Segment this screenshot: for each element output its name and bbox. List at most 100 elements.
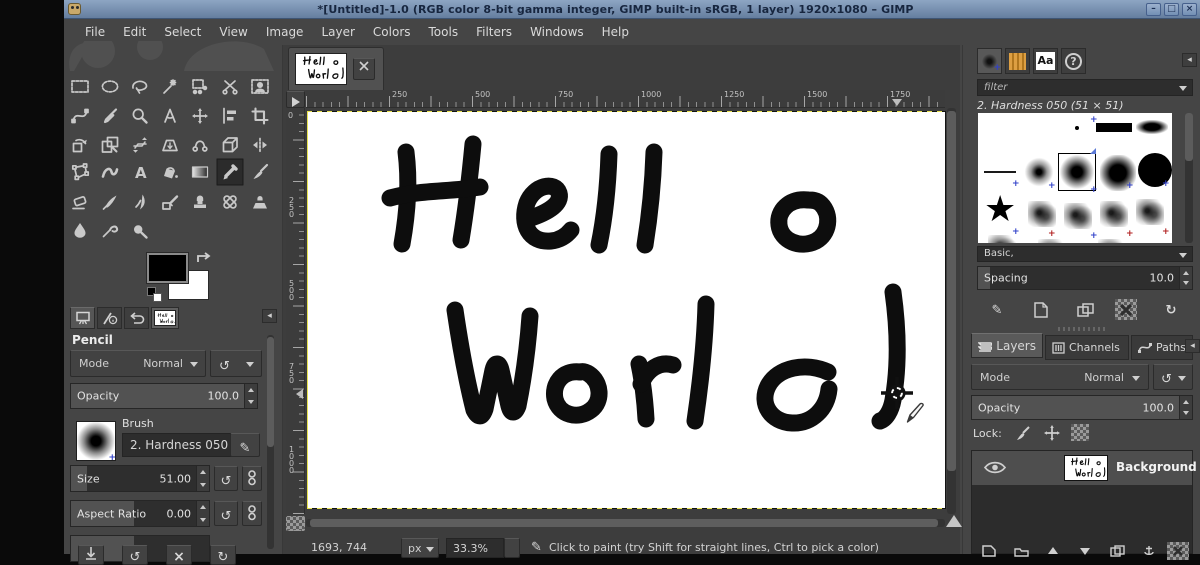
new-group-button[interactable]: [1009, 542, 1033, 560]
delete-brush-button[interactable]: [1115, 299, 1137, 320]
size-spinner[interactable]: [196, 466, 209, 491]
layer-opacity-spinner[interactable]: [1179, 396, 1192, 419]
refresh-brushes-button[interactable]: [1159, 300, 1183, 320]
tool-3d-transform[interactable]: [224, 138, 238, 152]
size-link-button[interactable]: [242, 466, 262, 491]
menu-filters[interactable]: Filters: [467, 20, 521, 45]
tool-color-picker[interactable]: [105, 110, 116, 123]
ruler-corner-menu-button[interactable]: [286, 91, 305, 108]
tool-dodge-burn[interactable]: [134, 225, 147, 237]
brush-item-star[interactable]: [984, 195, 1016, 225]
tab-pointer-info[interactable]: [97, 307, 122, 329]
brush-name-field[interactable]: 2. Hardness 050: [122, 433, 242, 457]
tab-document-history[interactable]: ?: [1061, 48, 1086, 74]
tool-gradient[interactable]: [193, 167, 208, 177]
raise-layer-button[interactable]: [1041, 542, 1065, 560]
brush-item[interactable]: [984, 171, 1016, 173]
tool-ink[interactable]: [136, 195, 145, 210]
brush-item-chalk[interactable]: [988, 235, 1016, 243]
tool-scale[interactable]: [103, 138, 118, 153]
delete-layer-button[interactable]: [1167, 542, 1189, 560]
layer-mode-dropdown[interactable]: Mode Normal: [971, 364, 1149, 390]
tool-align[interactable]: [224, 109, 236, 124]
restore-tool-preset-button[interactable]: [122, 545, 148, 565]
canvas-vertical-scrollbar[interactable]: [947, 108, 956, 514]
menu-layer[interactable]: Layer: [312, 20, 363, 45]
brush-filter-field[interactable]: filter: [977, 79, 1193, 96]
layer-opacity-slider[interactable]: Opacity 100.0: [971, 395, 1193, 420]
anchor-layer-button[interactable]: [1137, 542, 1161, 560]
menu-help[interactable]: Help: [593, 20, 638, 45]
collapse-left-dock-icon[interactable]: ◂: [262, 309, 277, 323]
brush-category-dropdown[interactable]: Basic,: [977, 246, 1193, 262]
unit-dropdown[interactable]: px: [401, 538, 439, 558]
tab-channels[interactable]: Channels: [1045, 335, 1129, 360]
swap-colors-icon[interactable]: [195, 250, 213, 266]
aspect-reset-button[interactable]: [214, 501, 238, 526]
mode-dropdown[interactable]: Mode Normal: [70, 350, 206, 377]
canvas-horizontal-scrollbar[interactable]: [306, 519, 945, 527]
zoom-entry[interactable]: 33.3%: [446, 538, 504, 558]
lock-alpha-toggle[interactable]: [1071, 424, 1089, 441]
menu-windows[interactable]: Windows: [521, 20, 593, 45]
lock-pixels-toggle[interactable]: [1011, 423, 1033, 443]
canvas[interactable]: [308, 112, 945, 508]
brush-preview[interactable]: +: [76, 421, 116, 461]
tab-undo-history[interactable]: [124, 307, 149, 329]
menu-tools[interactable]: Tools: [420, 20, 468, 45]
size-reset-button[interactable]: [214, 466, 238, 491]
brush-item-chalk[interactable]: [1100, 201, 1128, 227]
foreground-color-swatch[interactable]: [147, 253, 188, 283]
vertical-ruler[interactable]: 0 250 500 750 1000: [286, 108, 305, 514]
close-button[interactable]: ×: [1182, 3, 1197, 16]
duplicate-brush-button[interactable]: [1073, 300, 1097, 320]
tool-mypaint-brush[interactable]: [163, 197, 177, 210]
tool-rectangle-select[interactable]: [72, 81, 88, 92]
tool-crop[interactable]: [253, 109, 268, 124]
tool-ellipse-select[interactable]: [102, 81, 117, 92]
opacity-spinner[interactable]: [244, 384, 257, 408]
tab-fonts[interactable]: Aa: [1033, 48, 1058, 74]
tool-scissors-select[interactable]: [223, 81, 237, 94]
tool-clone[interactable]: [194, 196, 206, 209]
tool-blur-sharpen[interactable]: [75, 223, 86, 238]
visibility-eye-icon[interactable]: [984, 460, 1006, 475]
spacing-spinner[interactable]: [1179, 267, 1192, 289]
brush-grid-scrollbar[interactable]: [1185, 113, 1193, 243]
edit-brush-button[interactable]: [985, 300, 1009, 320]
menu-colors[interactable]: Colors: [364, 20, 420, 45]
tool-perspective-clone[interactable]: [253, 196, 267, 209]
horizontal-ruler[interactable]: 250 500 750 1000 1250 1500 1750: [306, 90, 945, 108]
collapse-layers-dock-icon[interactable]: ◂: [1185, 339, 1200, 353]
tab-paths[interactable]: Paths: [1131, 335, 1193, 360]
lock-position-toggle[interactable]: [1041, 423, 1063, 443]
aspect-link-button[interactable]: [242, 501, 262, 526]
tool-text[interactable]: A: [135, 164, 147, 182]
reset-tool-options-button[interactable]: [210, 545, 236, 565]
zoom-spinner[interactable]: [504, 538, 520, 558]
tool-airbrush[interactable]: [104, 196, 117, 210]
layer-mode-reset-button[interactable]: [1153, 364, 1193, 390]
tool-move[interactable]: [192, 108, 208, 124]
tool-paintbrush[interactable]: [254, 165, 268, 179]
delete-tool-preset-button[interactable]: [166, 545, 192, 565]
spacing-slider[interactable]: Spacing 10.0: [977, 266, 1193, 290]
brush-item[interactable]: [1075, 126, 1079, 130]
close-image-tab-button[interactable]: [353, 58, 375, 80]
tool-free-select[interactable]: [133, 81, 147, 93]
tool-rotate[interactable]: [74, 140, 87, 152]
lower-layer-button[interactable]: [1073, 542, 1097, 560]
tool-pencil[interactable]: [217, 159, 243, 185]
tool-perspective[interactable]: [163, 141, 177, 151]
save-tool-preset-button[interactable]: [78, 545, 104, 565]
tab-tool-options[interactable]: [70, 307, 95, 329]
minimize-button[interactable]: –: [1146, 3, 1161, 16]
mode-reset-button[interactable]: [210, 350, 262, 377]
aspect-ratio-slider[interactable]: Aspect Ratio 0.00: [70, 500, 210, 527]
tool-smudge[interactable]: [104, 227, 118, 237]
brush-item[interactable]: [1136, 120, 1168, 134]
opacity-slider[interactable]: Opacity 100.0: [70, 383, 258, 409]
collapse-right-dock-icon[interactable]: ◂: [1182, 53, 1197, 67]
quick-mask-toggle[interactable]: [286, 516, 305, 531]
brush-item-chalk[interactable]: [1098, 239, 1126, 243]
